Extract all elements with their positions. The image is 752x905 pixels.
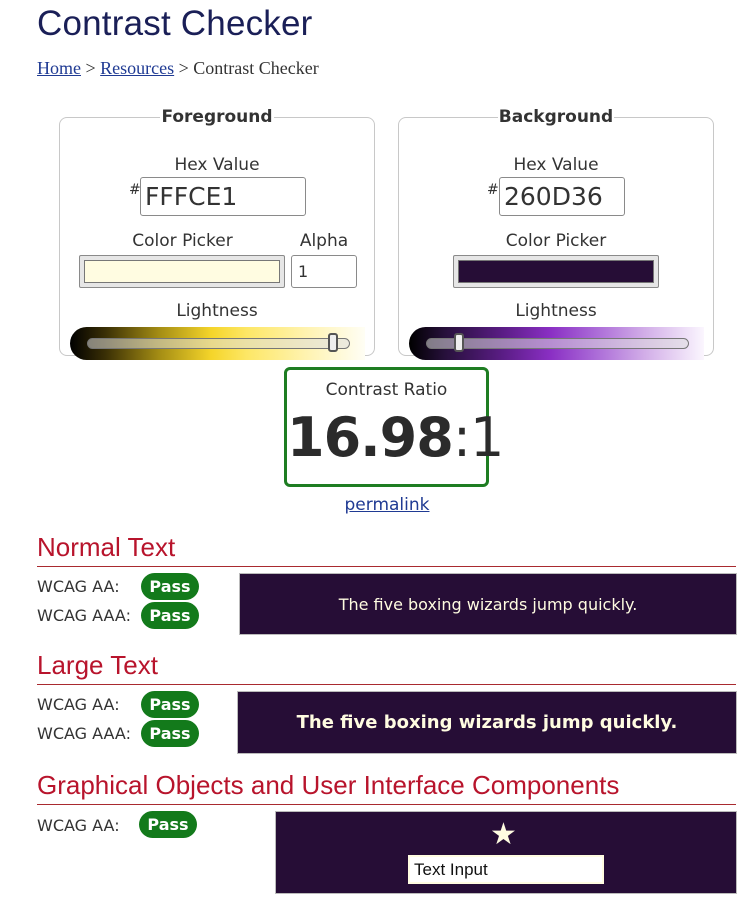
normal-aa-status-badge: Pass	[141, 573, 199, 600]
section-divider	[37, 684, 736, 685]
contrast-ratio-number: 16.98	[287, 406, 454, 469]
fg-hex-input[interactable]	[140, 177, 306, 216]
bg-hash-symbol: #	[487, 182, 499, 198]
normal-text-heading: Normal Text	[37, 532, 176, 562]
graphical-aa-status-badge: Pass	[139, 811, 197, 838]
contrast-ratio-box: Contrast Ratio 16.98:1	[284, 367, 504, 487]
fg-alpha-label: Alpha	[299, 231, 349, 251]
bg-lightness-slider[interactable]	[426, 338, 689, 349]
bg-lightness-thumb[interactable]	[454, 333, 465, 352]
large-text-sample: The five boxing wizards jump quickly.	[237, 691, 737, 754]
contrast-ratio-value: 16.98:1	[287, 406, 504, 469]
fg-color-picker[interactable]	[79, 255, 285, 288]
large-aa-label: WCAG AA:	[37, 695, 120, 714]
bg-hex-label: Hex Value	[513, 155, 599, 175]
permalink-link[interactable]: permalink	[345, 495, 430, 515]
star-icon: ★	[490, 817, 517, 852]
sample-text-input[interactable]	[408, 855, 604, 884]
large-aaa-status-badge: Pass	[141, 720, 199, 747]
normal-text-sample: The five boxing wizards jump quickly.	[239, 573, 737, 635]
graphical-objects-sample: ★	[275, 811, 737, 894]
breadcrumb-resources-link[interactable]: Resources	[100, 58, 174, 78]
fg-lightness-label: Lightness	[176, 301, 258, 321]
contrast-ratio-suffix: :1	[452, 406, 505, 469]
section-divider	[37, 566, 736, 567]
bg-hex-input[interactable]	[499, 177, 625, 216]
breadcrumb-current: Contrast Checker	[193, 58, 319, 78]
fg-color-picker-label: Color Picker	[132, 231, 233, 251]
large-text-heading: Large Text	[37, 650, 158, 680]
breadcrumb-separator: >	[178, 58, 189, 78]
fg-lightness-thumb[interactable]	[328, 333, 339, 352]
breadcrumb-home-link[interactable]: Home	[37, 58, 81, 78]
breadcrumb: Home > Resources > Contrast Checker	[37, 58, 319, 79]
graphical-aa-label: WCAG AA:	[37, 816, 120, 835]
bg-color-picker[interactable]	[453, 255, 659, 288]
background-panel: Background Hex Value # Color Picker Ligh…	[398, 107, 714, 360]
background-legend: Background	[498, 107, 614, 127]
contrast-ratio-label: Contrast Ratio	[325, 380, 448, 400]
foreground-panel: Foreground Hex Value # Color Picker Alph…	[59, 107, 375, 360]
foreground-legend: Foreground	[161, 107, 273, 127]
section-divider	[37, 804, 736, 805]
graphical-objects-heading: Graphical Objects and User Interface Com…	[37, 770, 620, 800]
normal-aaa-label: WCAG AAA:	[37, 606, 131, 625]
fg-color-swatch	[84, 260, 280, 283]
fg-alpha-input[interactable]	[291, 255, 357, 288]
permalink-row: permalink	[0, 495, 752, 515]
fg-lightness-slider[interactable]	[87, 338, 350, 349]
normal-aa-label: WCAG AA:	[37, 577, 120, 596]
breadcrumb-separator: >	[85, 58, 96, 78]
large-aa-status-badge: Pass	[141, 691, 199, 718]
large-aaa-label: WCAG AAA:	[37, 724, 131, 743]
fg-hash-symbol: #	[129, 182, 141, 198]
bg-lightness-label: Lightness	[515, 301, 597, 321]
fg-hex-label: Hex Value	[174, 155, 260, 175]
normal-aaa-status-badge: Pass	[141, 602, 199, 629]
bg-color-swatch	[458, 260, 654, 283]
page-title: Contrast Checker	[37, 4, 313, 43]
bg-color-picker-label: Color Picker	[505, 231, 607, 251]
